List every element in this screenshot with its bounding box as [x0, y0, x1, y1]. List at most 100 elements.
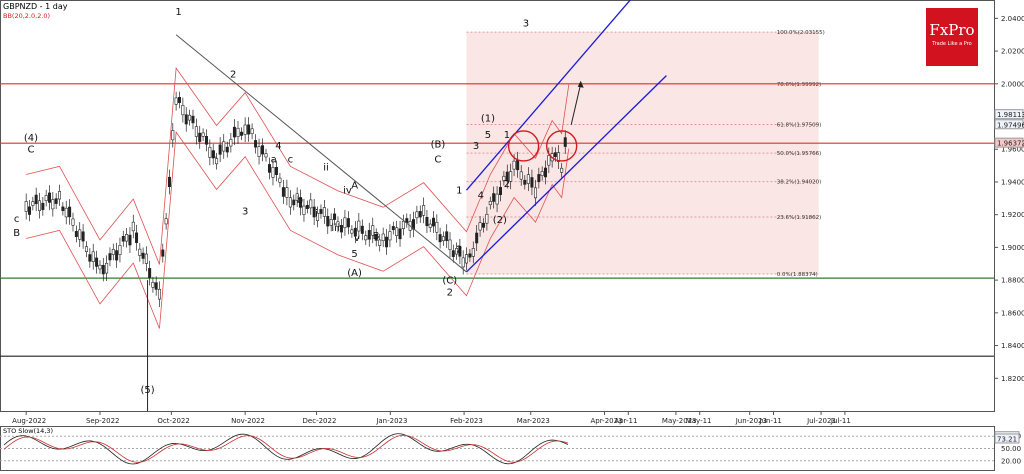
candle-body [435, 221, 439, 233]
x-tick-label: Jul-11 [830, 417, 851, 425]
price-chart[interactable]: 1.82000 1.84000 1.86000 1.88000 1.90000 1.920… [0, 0, 1024, 474]
y-tick-label: 1.82000 [1001, 375, 1024, 383]
wave-label: 5 [485, 130, 491, 141]
candle-body [138, 248, 142, 256]
wave-label: iii [331, 223, 339, 234]
wave-label: 1 [211, 149, 217, 160]
candle-body [229, 139, 233, 147]
candle-body [530, 177, 534, 188]
candle-body [468, 253, 472, 258]
x-tick-label: Jan-2023 [375, 417, 407, 425]
candle-body [198, 132, 202, 142]
candle-body [432, 217, 436, 227]
candle-body [264, 153, 268, 158]
candle-body [177, 96, 181, 103]
wave-label: a [271, 154, 277, 165]
candle-body [135, 232, 139, 243]
candle-body [232, 126, 236, 138]
candle-body [441, 236, 445, 242]
candle-body [101, 264, 105, 275]
y-tick-label: 1.92000 [1001, 211, 1024, 219]
brand-name: FxPro [929, 21, 975, 39]
candle-body [343, 217, 347, 229]
wave-label: A [351, 181, 358, 192]
x-tick-label: Apr-11 [614, 417, 637, 425]
candle-body [161, 249, 165, 257]
fib-level-label: 38.2%(1.94020) [777, 180, 822, 186]
candle-body [191, 115, 195, 124]
candle-body [84, 246, 88, 252]
candle-body [385, 236, 389, 248]
candle-body [285, 187, 289, 198]
candle-body [367, 230, 371, 240]
candle-body [339, 225, 343, 233]
candle-body [51, 199, 55, 210]
candle-body [91, 251, 95, 262]
candle-body [425, 216, 429, 227]
candle-body [461, 257, 465, 268]
brand-tagline: Trade Like a Pro [932, 41, 972, 47]
wave-label: (A) [347, 268, 362, 279]
candle-body [61, 206, 65, 211]
candle-body [401, 221, 405, 230]
candle-body [218, 144, 222, 155]
wave-label: 2 [456, 244, 462, 255]
y-tick-label: 2.04000 [1001, 15, 1024, 23]
x-tick-label: Mar-2023 [517, 417, 550, 425]
x-tick-label: Jun-11 [759, 417, 782, 425]
candle-body [71, 218, 75, 226]
wave-label: (C) [442, 275, 457, 286]
candle-body [422, 205, 426, 216]
x-tick-label: May-11 [686, 417, 712, 425]
candle-body [128, 234, 132, 246]
candle-body [111, 248, 115, 255]
candle-body [201, 132, 205, 137]
x-tick-label: Aug-2022 [12, 417, 46, 425]
candle-body [24, 201, 28, 212]
candle-body [357, 220, 361, 232]
candle-body [451, 250, 455, 257]
wave-label: 4 [275, 141, 281, 152]
wave-label: 1 [504, 130, 510, 141]
candle-body [105, 262, 109, 274]
candle-body [88, 254, 92, 262]
wave-label: (2) [493, 215, 507, 226]
price-marker-label: 1.96372 [997, 140, 1024, 148]
candle-body [121, 235, 125, 242]
candle-body [512, 160, 516, 170]
candle-body [478, 222, 482, 231]
wave-label: (B) [431, 140, 446, 151]
candle-body [492, 193, 496, 202]
candle-body [154, 282, 158, 290]
candle-body [395, 227, 399, 236]
candle-body [288, 197, 292, 208]
candle-body [98, 264, 102, 270]
stoch-tick-label: 20.00 [1001, 457, 1021, 465]
candle-body [537, 174, 541, 183]
fib-level-label: 78.6%(1.99992) [777, 82, 822, 88]
wave-label: c [14, 214, 20, 225]
candle-body [543, 167, 547, 178]
candle-body [526, 174, 530, 184]
candle-body [418, 211, 422, 218]
candle-body [125, 234, 129, 242]
candle-body [274, 167, 278, 175]
candle-body [31, 201, 35, 206]
candle-body [81, 231, 85, 242]
fib-level-label: 61.8%(1.97509) [777, 123, 822, 129]
x-tick-label: Dec-2022 [303, 417, 337, 425]
wave-label: 4 [478, 190, 484, 201]
candle-body [204, 136, 208, 145]
wave-label: c [288, 154, 294, 165]
candle-body [464, 254, 468, 264]
candle-body [438, 234, 442, 243]
candle-body [475, 232, 479, 244]
candle-body [250, 128, 254, 135]
candle-body [115, 250, 119, 261]
wave-label: v [354, 233, 360, 244]
candle-body [148, 268, 152, 278]
candle-body [523, 179, 527, 185]
candle-body [309, 199, 313, 209]
y-tick-label: 2.02000 [1001, 48, 1024, 56]
indicator-label: BB(20,2.0,2.0) [3, 12, 51, 20]
